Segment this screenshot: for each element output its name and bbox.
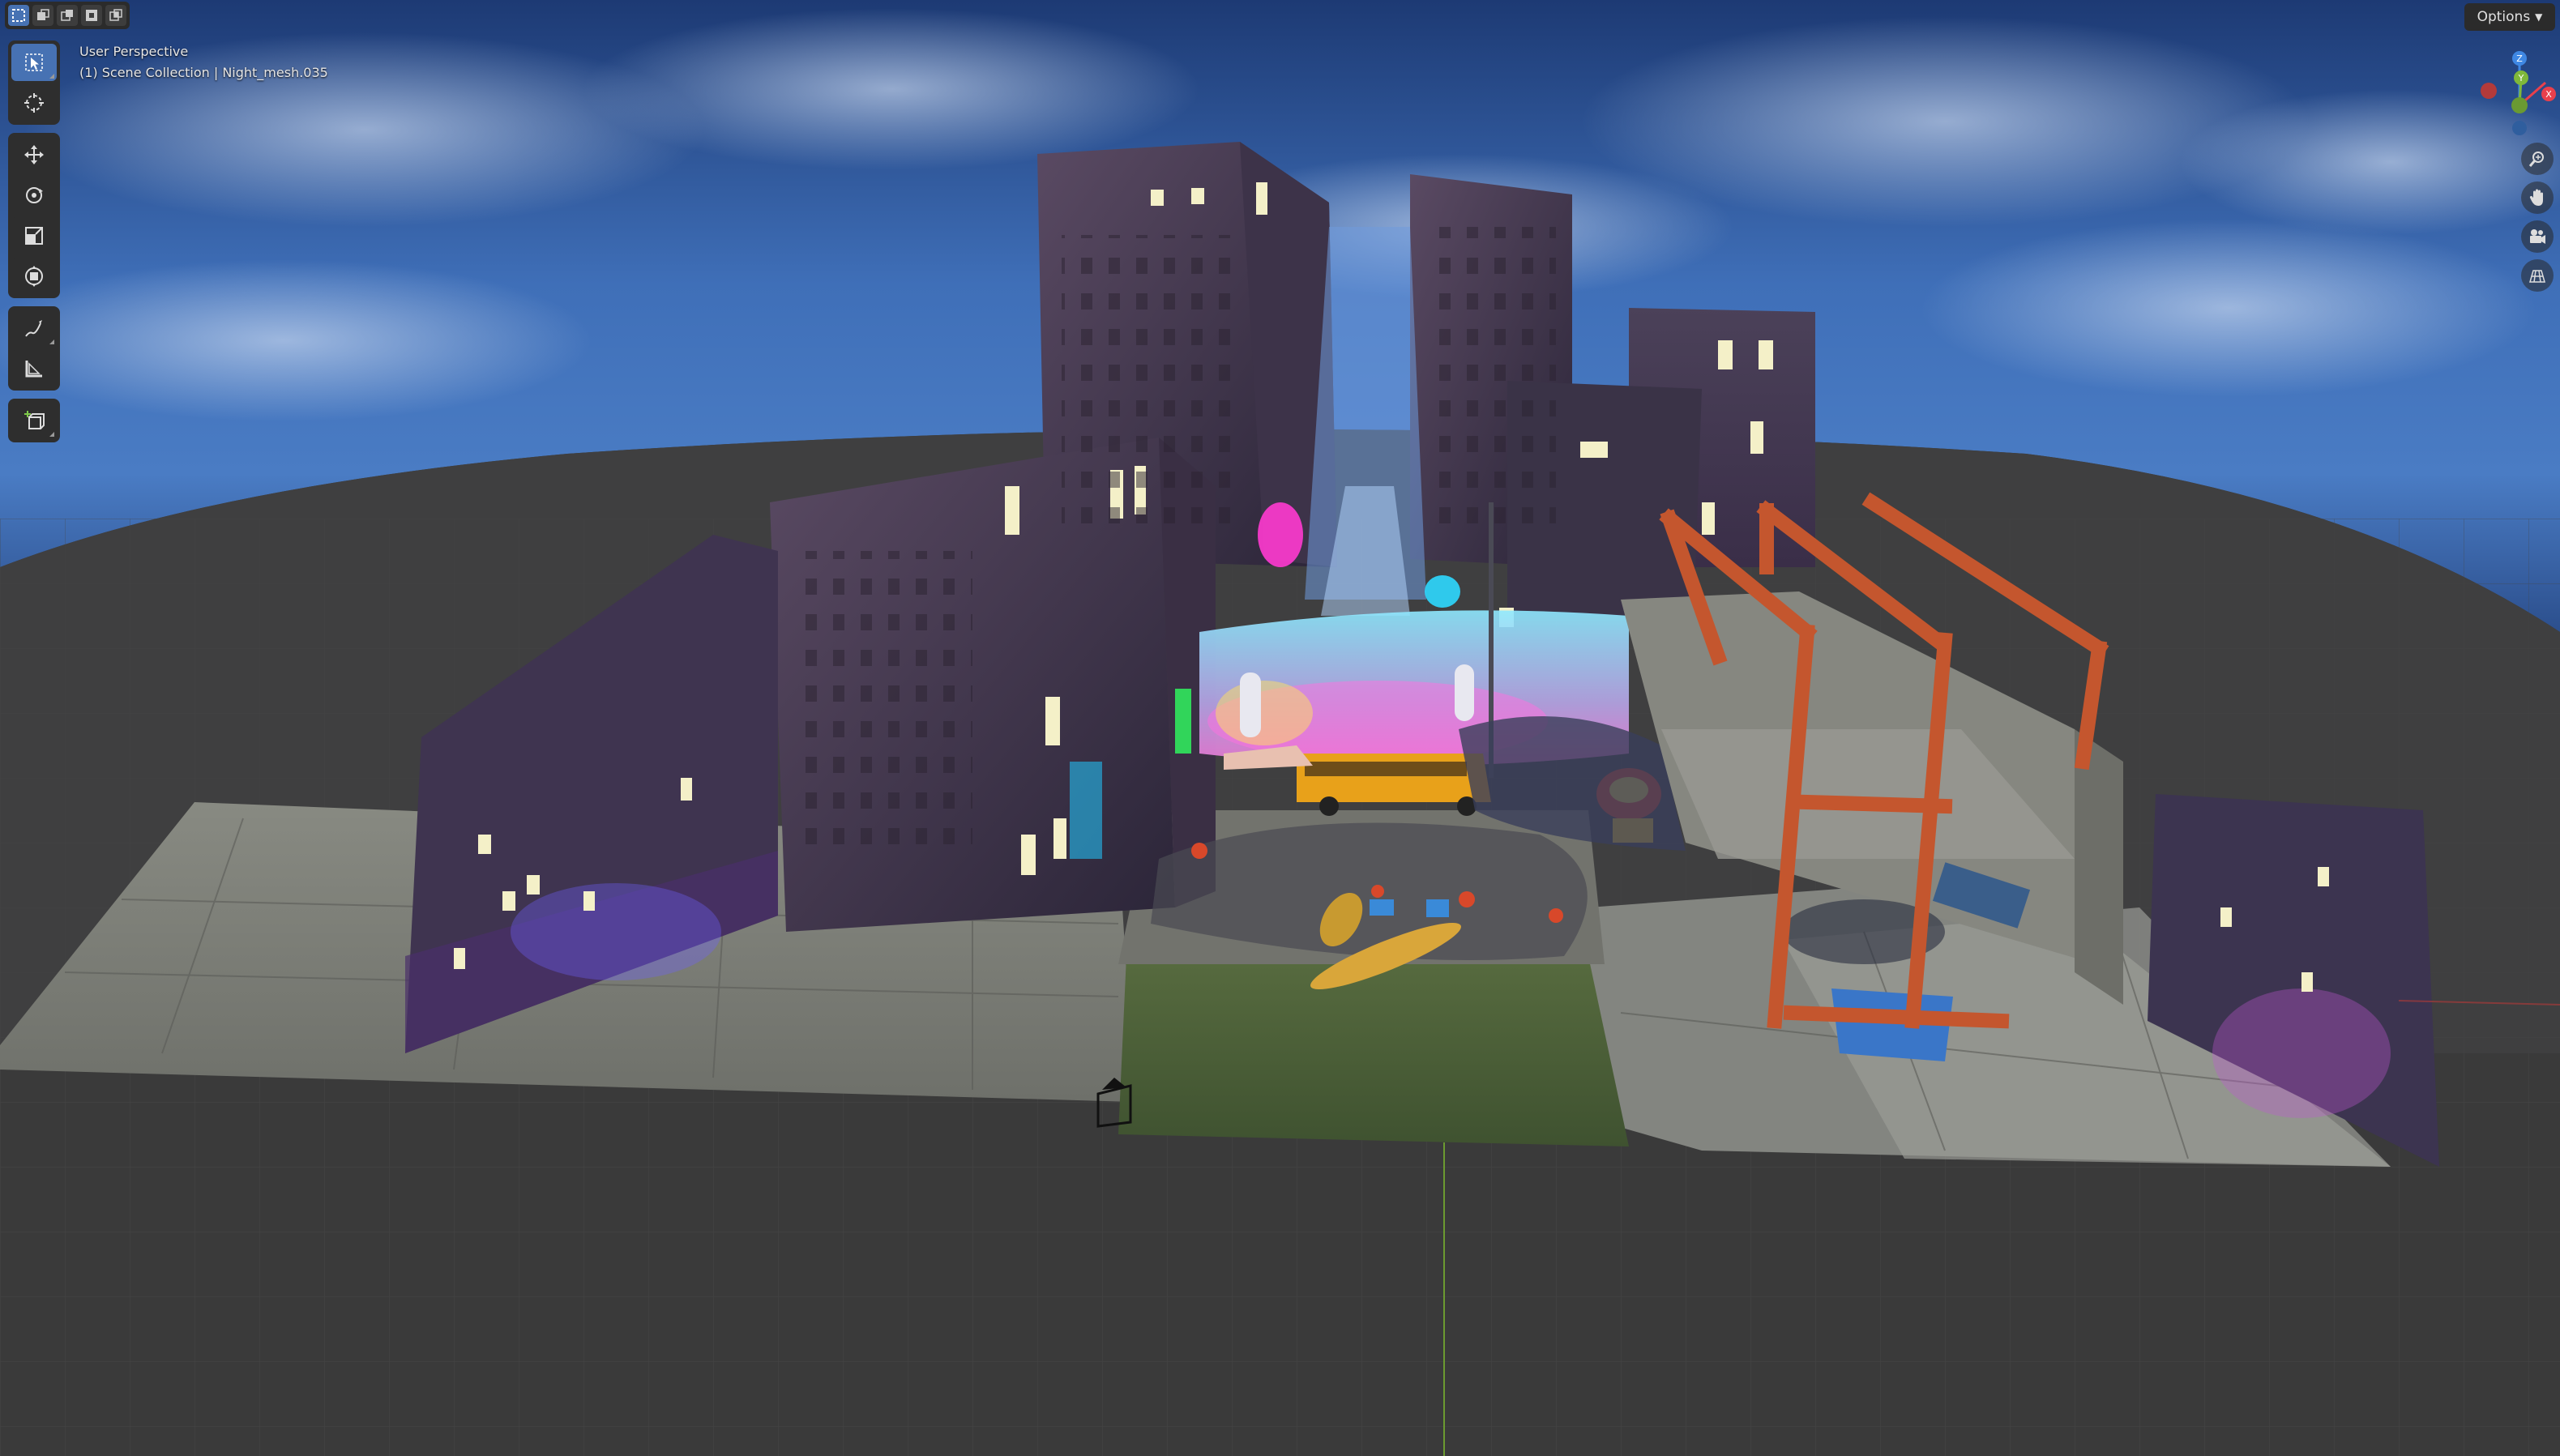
x-axis-label: X	[2545, 89, 2552, 100]
3d-cursor-icon[interactable]	[11, 84, 57, 122]
neg-y-axis-handle[interactable]	[2511, 97, 2528, 113]
ortho-grid-icon[interactable]	[2521, 259, 2554, 292]
camera-icon[interactable]	[2521, 220, 2554, 253]
scene-render	[0, 0, 2560, 1456]
tool-group-select	[8, 41, 60, 125]
select-extend-icon[interactable]	[32, 5, 53, 26]
select-mode-selector[interactable]	[5, 2, 130, 29]
options-label: Options	[2477, 9, 2531, 25]
options-dropdown[interactable]: Options ▼	[2464, 3, 2555, 31]
transform-icon[interactable]	[11, 258, 57, 295]
y-axis-label: Y	[2518, 73, 2524, 83]
chevron-down-icon: ▼	[2535, 11, 2543, 23]
perspective-label: User Perspective	[79, 44, 189, 59]
cursor-arrow-icon[interactable]	[11, 44, 57, 81]
select-intersect-icon[interactable]	[105, 5, 126, 26]
select-invert-icon[interactable]	[81, 5, 102, 26]
tool-shelf	[8, 41, 60, 450]
navigation-buttons	[2521, 143, 2554, 292]
select-subtract-icon[interactable]	[57, 5, 78, 26]
move-arrows-icon[interactable]	[11, 136, 57, 173]
scale-icon[interactable]	[11, 217, 57, 254]
zoom-icon[interactable]	[2521, 143, 2554, 175]
add-cube-icon[interactable]	[11, 402, 57, 439]
tool-group-annotate	[8, 306, 60, 391]
collection-label: (1) Scene Collection | Night_mesh.035	[79, 65, 328, 80]
pan-hand-icon[interactable]	[2521, 181, 2554, 214]
z-axis-label: Z	[2516, 53, 2523, 64]
tool-group-add	[8, 399, 60, 442]
neg-x-axis-handle[interactable]	[2481, 83, 2497, 99]
ruler-icon[interactable]	[11, 350, 57, 387]
rotate-icon[interactable]	[11, 177, 57, 214]
3d-viewport[interactable]: User Perspective (1) Scene Collection | …	[0, 0, 2560, 1456]
neg-z-axis-handle[interactable]	[2512, 121, 2527, 135]
navigation-gizmo[interactable]: Z Y X	[2463, 41, 2560, 146]
tool-group-transform	[8, 133, 60, 298]
select-box-icon[interactable]	[8, 5, 29, 26]
pencil-icon[interactable]	[11, 310, 57, 347]
